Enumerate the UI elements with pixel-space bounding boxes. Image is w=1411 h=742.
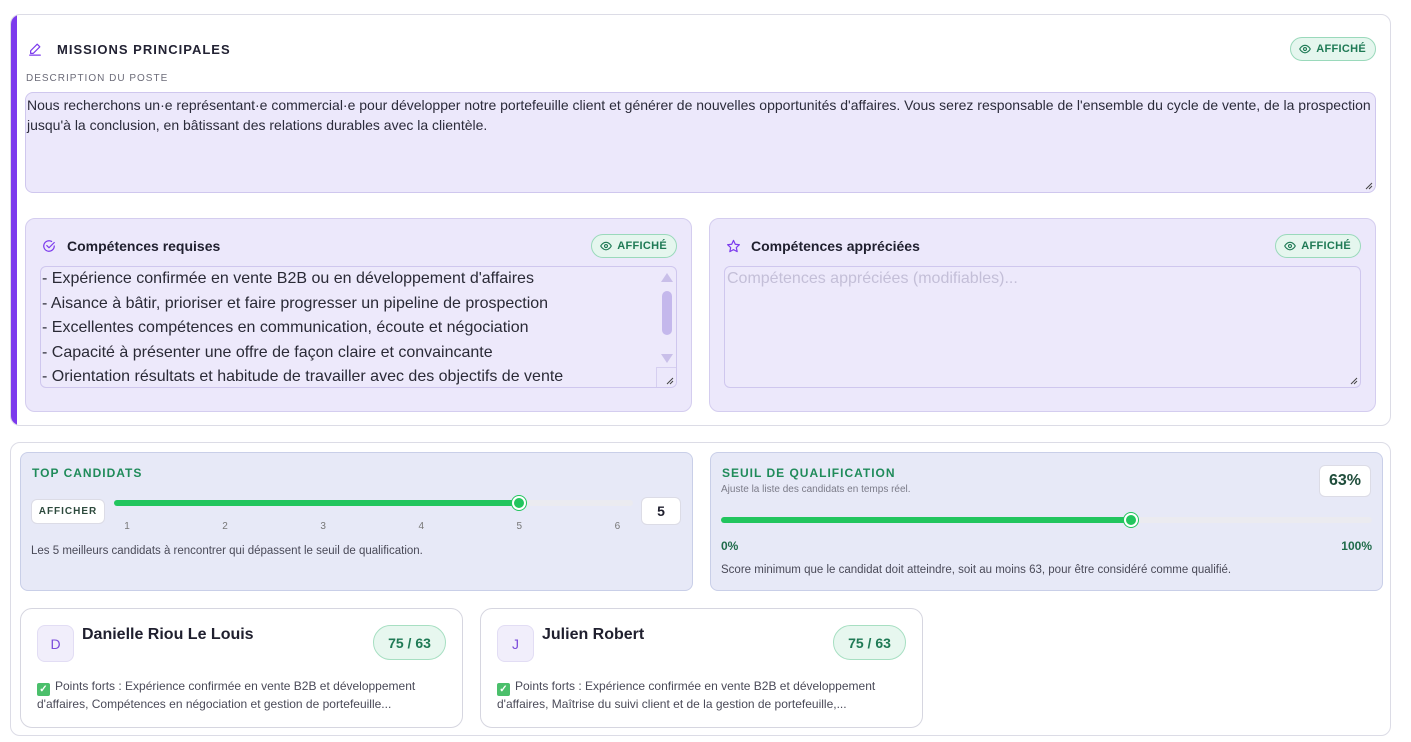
preferred-skills-panel: Compétences appréciées AFFICHÉ Compétenc…: [709, 218, 1376, 412]
missions-header: MISSIONS PRINCIPALES AFFICHÉ: [27, 36, 1376, 62]
candidate-strengths: ✓ Points forts : Expérience confirmée en …: [497, 678, 908, 712]
candidate-name: Julien Robert: [542, 626, 645, 643]
threshold-slider[interactable]: [721, 513, 1372, 527]
eye-icon: [1299, 44, 1312, 54]
threshold-subtitle: Ajuste la liste des candidats en temps r…: [721, 484, 911, 495]
top-candidates-slider[interactable]: [114, 496, 633, 510]
check-circle-icon: [41, 238, 57, 254]
threshold-panel: SEUIL DE QUALIFICATION Ajuste la liste d…: [710, 452, 1383, 591]
preferred-skills-header: Compétences appréciées AFFICHÉ: [725, 233, 1361, 259]
resize-handle-icon[interactable]: [1363, 180, 1373, 190]
checkmark-icon: ✓: [497, 683, 510, 696]
required-skills-textarea[interactable]: - Expérience confirmée en vente B2B ou e…: [40, 266, 677, 388]
pencil-icon: [27, 41, 43, 57]
list-item: - Orientation résultats et habitude de t…: [42, 368, 564, 385]
threshold-description: Score minimum que le candidat doit attei…: [721, 564, 1232, 576]
slider-fill: [721, 517, 1132, 523]
avatar: D: [37, 625, 74, 662]
required-skills-title: Compétences requises: [67, 238, 221, 254]
slider-ticks: 1 2 3 4 5 6: [114, 521, 633, 533]
threshold-min-label: 0%: [721, 539, 739, 553]
avatar: J: [497, 625, 534, 662]
scroll-up-icon[interactable]: [661, 273, 673, 282]
threshold-title: SEUIL DE QUALIFICATION: [722, 466, 896, 480]
resize-handle-icon[interactable]: [1348, 375, 1358, 385]
threshold-value[interactable]: 63%: [1319, 465, 1371, 497]
tick-label: 1: [124, 521, 130, 532]
tick-label: 5: [516, 521, 523, 532]
badge-label: AFFICHÉ: [1316, 43, 1366, 55]
star-icon: [725, 238, 741, 254]
description-label: DESCRIPTION DU POSTE: [26, 73, 169, 84]
eye-icon: [600, 241, 613, 251]
candidate-name: Danielle Riou Le Louis: [82, 626, 254, 643]
score-badge: 75 / 63: [833, 625, 906, 660]
required-skills-panel: Compétences requises AFFICHÉ - Expérienc…: [25, 218, 692, 412]
top-candidates-title: TOP CANDIDATS: [32, 466, 143, 480]
threshold-max-label: 100%: [1341, 539, 1372, 553]
missions-title: MISSIONS PRINCIPALES: [57, 41, 231, 57]
scroll-thumb[interactable]: [662, 291, 672, 335]
tick-label: 3: [320, 521, 326, 532]
accent-bar: [11, 15, 17, 425]
strengths-text: Points forts : Expérience confirmée en v…: [37, 679, 416, 711]
required-skills-header: Compétences requises AFFICHÉ: [41, 233, 677, 259]
slider-thumb[interactable]: [512, 496, 527, 510]
score-badge: 75 / 63: [373, 625, 446, 660]
candidate-card[interactable]: J Julien Robert 75 / 63 ✓ Points forts : …: [480, 608, 923, 728]
strengths-text: Points forts : Expérience confirmée en v…: [497, 679, 876, 711]
description-text: Nous recherchons un·e représentant·e com…: [27, 97, 1371, 133]
scroll-corner: [656, 367, 676, 387]
description-textarea[interactable]: Nous recherchons un·e représentant·e com…: [25, 92, 1376, 193]
list-item: - Excellentes compétences en communicati…: [42, 319, 529, 336]
top-candidates-value[interactable]: 5: [641, 497, 681, 525]
slider-fill: [114, 500, 520, 506]
scrollbar[interactable]: [660, 269, 674, 369]
preferred-skills-placeholder: Compétences appréciées (modifiables)...: [727, 270, 1018, 287]
afficher-button[interactable]: AFFICHER: [31, 499, 105, 524]
checkmark-icon: ✓: [37, 683, 50, 696]
slider-thumb[interactable]: [1124, 513, 1139, 527]
preferred-skills-textarea[interactable]: Compétences appréciées (modifiables)...: [724, 266, 1361, 388]
candidate-card[interactable]: D Danielle Riou Le Louis 75 / 63 ✓ Points…: [20, 608, 463, 728]
tick-label: 6: [614, 521, 621, 532]
top-candidates-description: Les 5 meilleurs candidats à rencontrer q…: [31, 545, 423, 557]
resize-handle-icon[interactable]: [664, 375, 674, 385]
top-candidates-panel: TOP CANDIDATS AFFICHER 1 2 3 4 5 6 5 Les…: [20, 452, 693, 591]
missions-card: MISSIONS PRINCIPALES AFFICHÉ DESCRIPTION…: [10, 14, 1391, 426]
tick-label: 4: [418, 521, 425, 532]
scroll-down-icon[interactable]: [661, 354, 673, 363]
required-skills-list: - Expérience confirmée en vente B2B ou e…: [41, 267, 676, 387]
preferred-visibility-badge[interactable]: AFFICHÉ: [1275, 234, 1361, 258]
list-item: - Aisance à bâtir, prioriser et faire pr…: [42, 294, 549, 312]
list-item: - Capacité à présenter une offre de faço…: [42, 343, 493, 361]
eye-icon: [1284, 241, 1297, 251]
candidate-strengths: ✓ Points forts : Expérience confirmée en …: [37, 678, 448, 712]
candidates-card: TOP CANDIDATS AFFICHER 1 2 3 4 5 6 5 Les…: [10, 442, 1391, 736]
badge-label: AFFICHÉ: [1301, 240, 1351, 252]
badge-label: AFFICHÉ: [617, 240, 667, 252]
list-item: - Expérience confirmée en vente B2B ou e…: [42, 270, 534, 287]
missions-visibility-badge[interactable]: AFFICHÉ: [1290, 37, 1376, 61]
tick-label: 2: [222, 521, 228, 532]
preferred-skills-title: Compétences appréciées: [751, 238, 920, 254]
required-visibility-badge[interactable]: AFFICHÉ: [591, 234, 677, 258]
